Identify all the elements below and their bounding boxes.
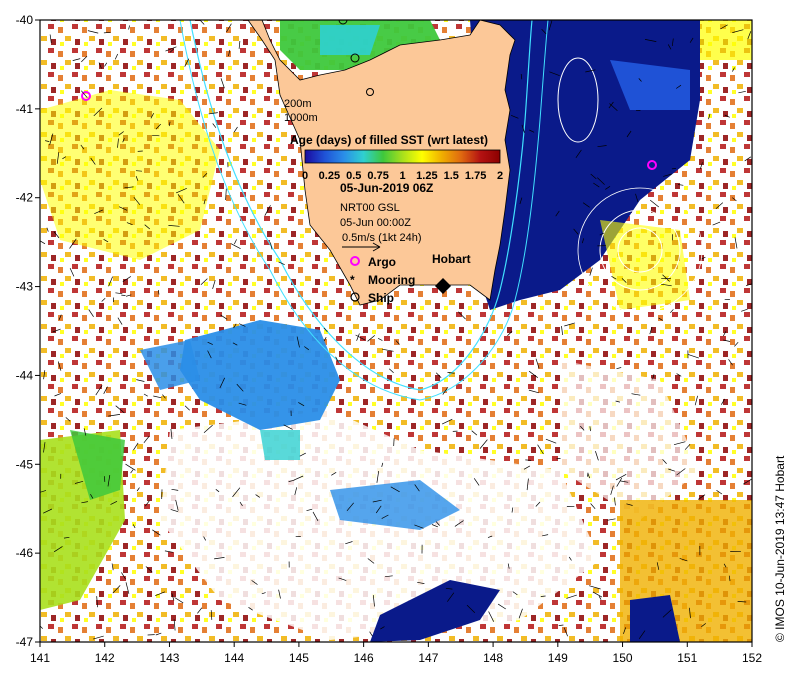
- current-vector: [525, 460, 531, 461]
- legend-1000m: 1000m: [284, 112, 318, 124]
- x-tick-label: 143: [159, 651, 179, 665]
- x-tick-label: 149: [548, 651, 568, 665]
- y-tick-label: -47: [16, 635, 34, 649]
- sst-age-map: 200m 1000m Age (days) of filled SST (wrt…: [0, 0, 792, 678]
- map-figure: 200m 1000m Age (days) of filled SST (wrt…: [0, 0, 792, 678]
- current-vector: [557, 458, 561, 459]
- y-tick-label: -41: [16, 102, 34, 116]
- y-tick-label: -43: [16, 280, 34, 294]
- x-tick-label: 144: [224, 651, 244, 665]
- x-tick-label: 147: [418, 651, 438, 665]
- y-tick-label: -40: [16, 13, 34, 27]
- x-tick-label: 150: [613, 651, 633, 665]
- mooring-label: Mooring: [368, 273, 415, 287]
- ship-label: Ship: [368, 291, 394, 305]
- argo-label: Argo: [368, 255, 396, 269]
- current-vector: [136, 171, 142, 172]
- x-axis: 141 142 143 144 145 146 147 148 149 150 151 152: [30, 642, 762, 665]
- x-tick-label: 151: [677, 651, 697, 665]
- colorbar-tick-label: 2: [497, 170, 503, 182]
- sst-age-field: [36, 16, 754, 642]
- current-vector: [152, 135, 159, 136]
- colorbar-tick-label: 1.75: [465, 170, 486, 182]
- y-tick-label: -45: [16, 457, 34, 471]
- colorbar: [305, 150, 500, 163]
- current-vector: [588, 473, 589, 477]
- y-tick-label: -44: [16, 368, 34, 382]
- credit-text: © IMOS 10-Jun-2019 13:47 Hobart: [773, 455, 787, 642]
- x-tick-label: 141: [30, 651, 50, 665]
- x-tick-label: 152: [742, 651, 762, 665]
- mooring-icon: *: [350, 273, 355, 287]
- x-tick-label: 146: [354, 651, 374, 665]
- x-tick-label: 142: [95, 651, 115, 665]
- legend-200m: 200m: [284, 98, 312, 110]
- colorbar-title: Age (days) of filled SST (wrt latest): [290, 133, 488, 147]
- time-label: 05-Jun 00:00Z: [340, 217, 411, 229]
- current-vector: [541, 596, 546, 597]
- x-tick-label: 145: [289, 651, 309, 665]
- city-label-hobart: Hobart: [432, 252, 471, 266]
- date-title: 05-Jun-2019 06Z: [340, 181, 433, 195]
- y-axis: -40 -41 -42 -43 -44 -45 -46 -47: [16, 13, 40, 649]
- colorbar-tick-label: 1.5: [444, 170, 459, 182]
- product-label: NRT00 GSL: [340, 202, 400, 214]
- colorbar-tick-label: 0.25: [319, 170, 340, 182]
- colorbar-tick-label: 0: [302, 170, 308, 182]
- y-tick-label: -42: [16, 191, 34, 205]
- y-tick-label: -46: [16, 546, 34, 560]
- x-tick-label: 148: [483, 651, 503, 665]
- scale-label: 0.5m/s (1kt 24h): [342, 232, 421, 244]
